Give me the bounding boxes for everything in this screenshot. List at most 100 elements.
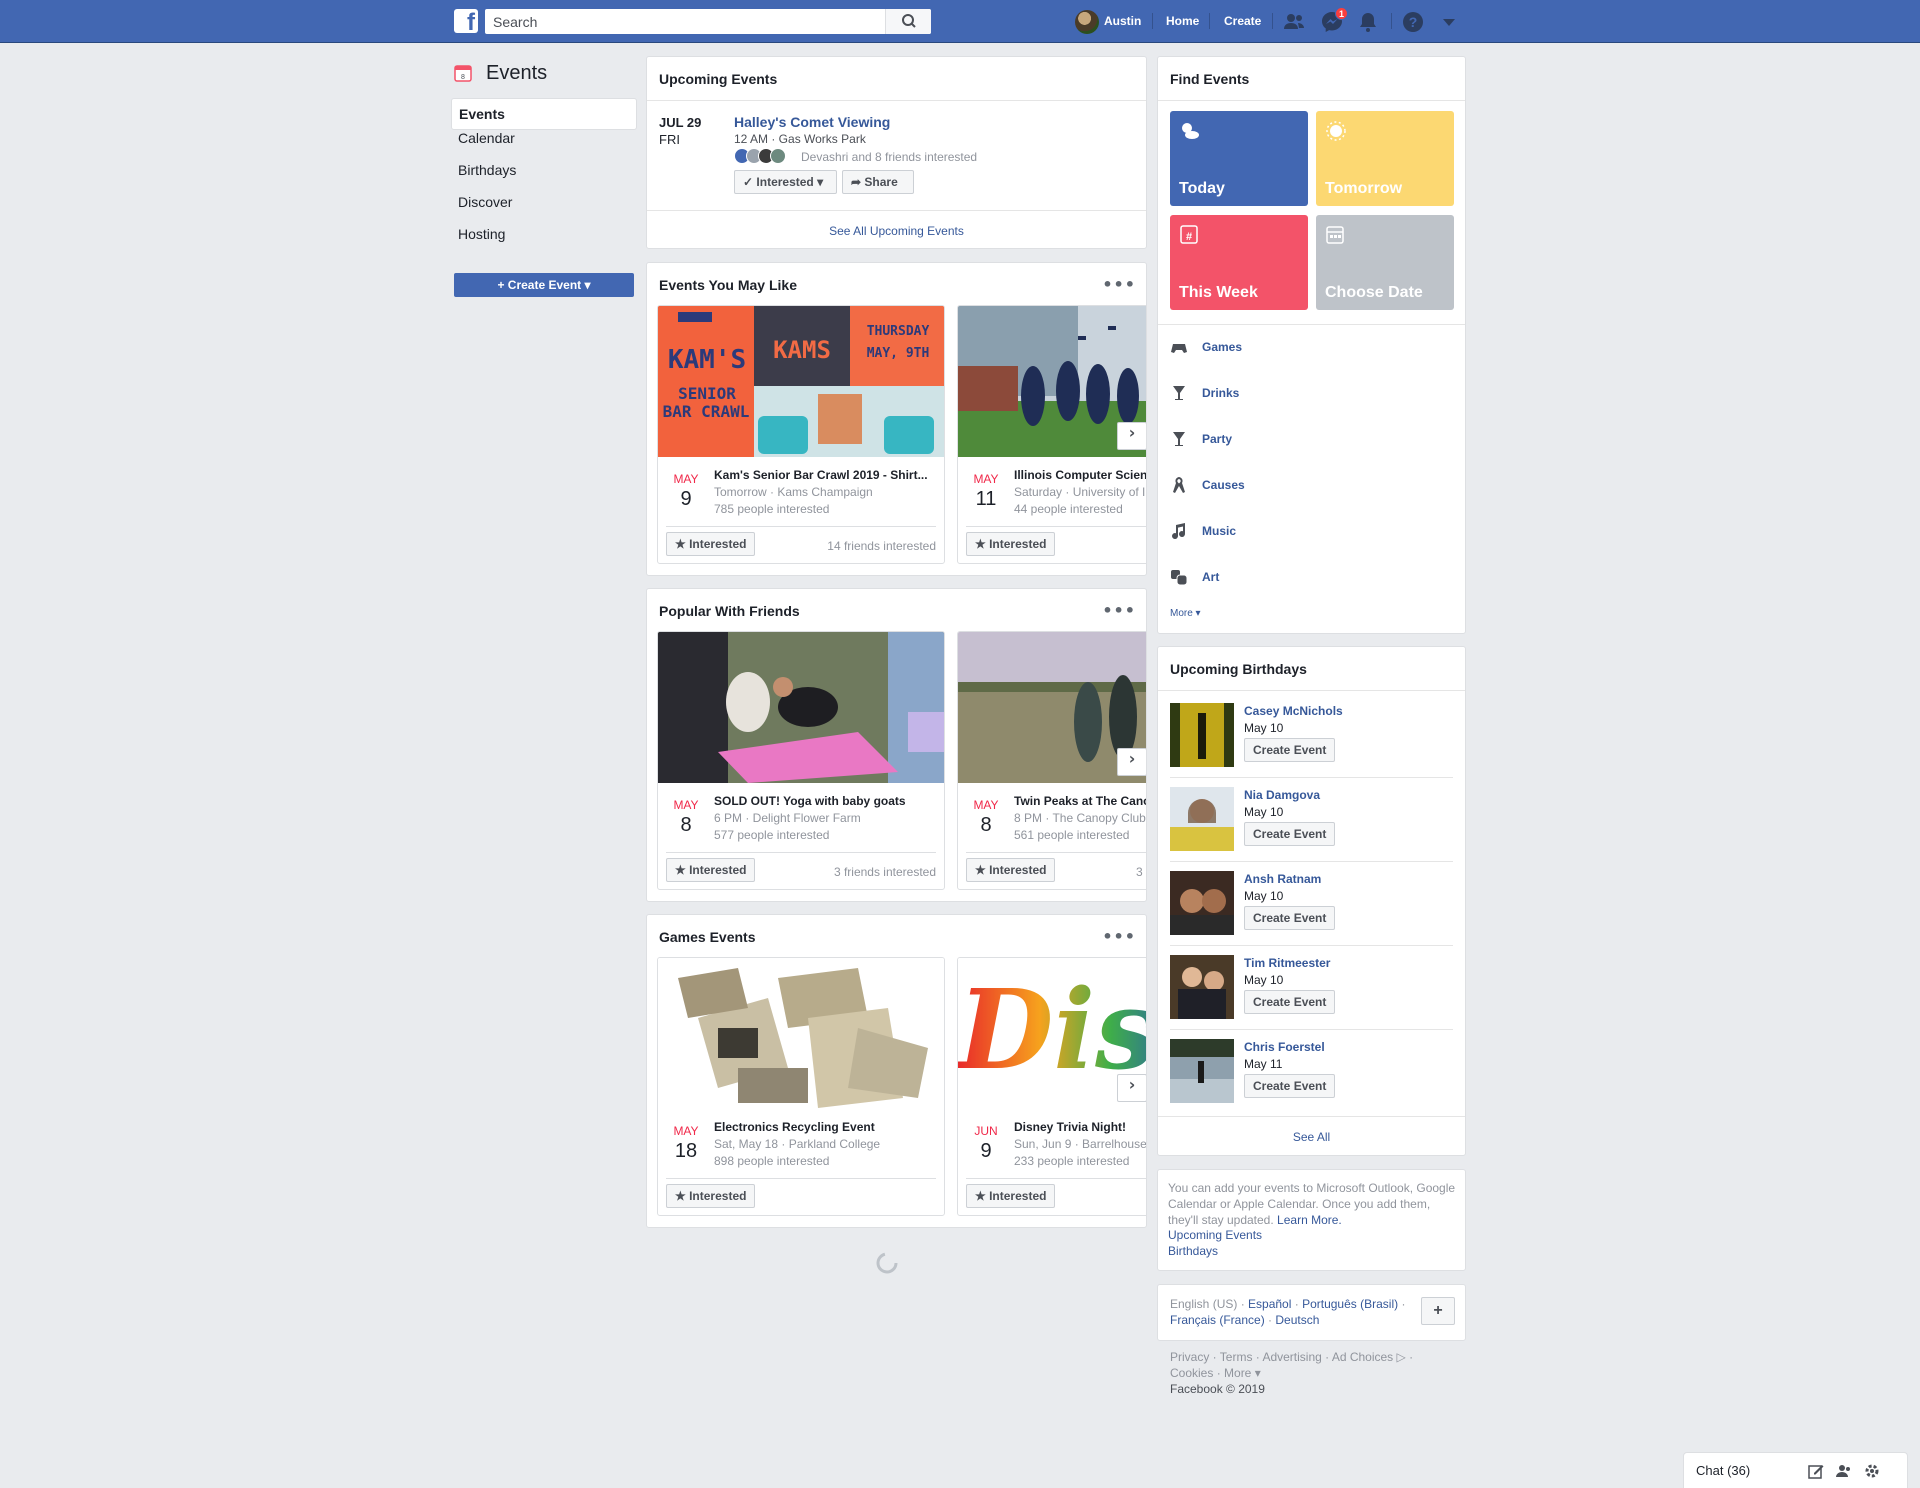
- event-tile[interactable]: › MAY 8 Twin Peaks at The Canopy Club 8 …: [957, 631, 1146, 890]
- category-art[interactable]: Art: [1170, 567, 1450, 587]
- create-event-button[interactable]: Create Event: [1244, 738, 1336, 762]
- person-name-link[interactable]: Chris Foerstel: [1244, 1040, 1325, 1054]
- language-portuguese-link[interactable]: Português (Brasil): [1302, 1297, 1398, 1311]
- compose-message-icon[interactable]: [1808, 1463, 1824, 1479]
- category-games[interactable]: Games: [1170, 337, 1450, 357]
- avatar[interactable]: [1170, 871, 1234, 935]
- find-tomorrow-tile[interactable]: Tomorrow: [1316, 111, 1454, 206]
- chat-settings-gear-icon[interactable]: [1864, 1463, 1880, 1479]
- interested-button[interactable]: ★ Interested: [666, 532, 756, 556]
- language-spanish-link[interactable]: Español: [1248, 1297, 1291, 1311]
- person-name-link[interactable]: Tim Ritmeester: [1244, 956, 1330, 970]
- avatar[interactable]: [1170, 955, 1234, 1019]
- sidebar-item-events[interactable]: Events: [451, 98, 637, 130]
- carousel-next-arrow-icon[interactable]: ›: [1117, 422, 1146, 450]
- create-event-button[interactable]: Create Event: [1244, 906, 1336, 930]
- sidebar-item-discover[interactable]: Discover: [451, 194, 637, 226]
- search-button[interactable]: [885, 9, 931, 34]
- event-title-link[interactable]: Halley's Comet Viewing: [734, 114, 890, 130]
- sidebar-item-birthdays[interactable]: Birthdays: [451, 162, 637, 194]
- person-name-link[interactable]: Nia Damgova: [1244, 788, 1320, 802]
- create-link[interactable]: Create: [1224, 0, 1261, 43]
- category-causes[interactable]: Causes: [1170, 475, 1450, 495]
- events-header: 8 Events: [451, 56, 637, 88]
- calendar-sync-card: You can add your events to Microsoft Out…: [1157, 1169, 1466, 1271]
- create-event-button[interactable]: + Create Event ▾: [454, 273, 634, 297]
- event-tile[interactable]: MAY 18 Electronics Recycling Event Sat, …: [657, 957, 945, 1216]
- avatar[interactable]: [1170, 1039, 1234, 1103]
- category-music[interactable]: Music: [1170, 521, 1450, 541]
- friends-interested: 3 f: [1136, 865, 1146, 879]
- interested-dropdown-button[interactable]: ✓ Interested ▾: [734, 170, 837, 194]
- event-name[interactable]: Disney Trivia Night!: [1014, 1120, 1146, 1134]
- account-menu-chevron-icon[interactable]: [1437, 10, 1461, 34]
- footer-links-line2[interactable]: Cookies · More ▾: [1170, 1365, 1261, 1381]
- event-image[interactable]: [658, 958, 944, 1109]
- find-today-tile[interactable]: Today: [1170, 111, 1308, 206]
- interested-button[interactable]: ★ Interested: [966, 532, 1056, 556]
- event-name[interactable]: SOLD OUT! Yoga with baby goats: [714, 794, 942, 808]
- create-event-button[interactable]: Create Event: [1244, 990, 1336, 1014]
- more-categories-link[interactable]: More ▾: [1170, 608, 1201, 619]
- upcoming-events-export-link[interactable]: Upcoming Events: [1168, 1228, 1262, 1242]
- divider: [1158, 100, 1465, 101]
- event-tile[interactable]: KAM'S SENIOR BAR CRAWL KAMS THURSDAY MAY…: [657, 305, 945, 564]
- divider: [1158, 324, 1465, 325]
- learn-more-link[interactable]: Learn More.: [1277, 1213, 1342, 1227]
- category-drinks[interactable]: Drinks: [1170, 383, 1450, 403]
- carousel-next-arrow-icon[interactable]: ›: [1117, 1074, 1146, 1102]
- birthdays-export-link[interactable]: Birthdays: [1168, 1244, 1218, 1258]
- more-options-icon[interactable]: •••: [1102, 601, 1136, 620]
- notifications-bell-icon[interactable]: [1356, 10, 1380, 34]
- profile-link[interactable]: Austin: [1104, 0, 1141, 43]
- chat-bar[interactable]: Chat (36): [1683, 1452, 1908, 1488]
- event-image[interactable]: KAM'S SENIOR BAR CRAWL KAMS THURSDAY MAY…: [658, 306, 944, 457]
- interested-button[interactable]: ★ Interested: [966, 1184, 1056, 1208]
- event-image[interactable]: [658, 632, 944, 783]
- event-name[interactable]: Electronics Recycling Event: [714, 1120, 942, 1134]
- footer-links-line1[interactable]: Privacy · Terms · Advertising · Ad Choic…: [1170, 1349, 1413, 1365]
- language-french-link[interactable]: Français (France): [1170, 1313, 1265, 1327]
- event-name[interactable]: Kam's Senior Bar Crawl 2019 - Shirt...: [714, 468, 942, 482]
- interested-button[interactable]: ★ Interested: [666, 1184, 756, 1208]
- see-all-upcoming-link[interactable]: See All Upcoming Events: [647, 224, 1146, 238]
- caret-down-icon: ▾: [817, 175, 824, 189]
- add-language-button[interactable]: +: [1421, 1297, 1455, 1325]
- see-all-birthdays-link[interactable]: See All: [1158, 1130, 1465, 1144]
- search-input[interactable]: [485, 9, 885, 34]
- person-name-link[interactable]: Casey McNichols: [1244, 704, 1343, 718]
- help-question-icon[interactable]: ?: [1401, 10, 1425, 34]
- svg-text:?: ?: [1409, 14, 1418, 30]
- create-event-button[interactable]: Create Event: [1244, 822, 1336, 846]
- share-button[interactable]: ➦ Share: [842, 170, 914, 194]
- language-german-link[interactable]: Deutsch: [1275, 1313, 1319, 1327]
- facebook-logo-icon[interactable]: f: [454, 9, 478, 35]
- event-name[interactable]: Illinois Computer Science Graduation: [1014, 468, 1146, 482]
- avatar[interactable]: [1170, 787, 1234, 851]
- home-link[interactable]: Home: [1166, 0, 1199, 43]
- category-party[interactable]: Party: [1170, 429, 1450, 449]
- friend-requests-icon[interactable]: [1282, 10, 1306, 34]
- find-choose-date-tile[interactable]: Choose Date: [1316, 215, 1454, 310]
- event-when-where: 6 PM · Delight Flower Farm: [714, 811, 861, 825]
- carousel-next-arrow-icon[interactable]: ›: [1117, 748, 1146, 776]
- create-event-button[interactable]: Create Event: [1244, 1074, 1336, 1098]
- event-name[interactable]: Twin Peaks at The Canopy Club: [1014, 794, 1146, 808]
- more-options-icon[interactable]: •••: [1102, 927, 1136, 946]
- sidebar-item-calendar[interactable]: Calendar: [451, 130, 637, 162]
- event-tile[interactable]: Disn › JUN 9 Disney Trivia Night! Sun, J…: [957, 957, 1146, 1216]
- find-this-week-tile[interactable]: # This Week: [1170, 215, 1308, 310]
- event-tile[interactable]: MAY 8 SOLD OUT! Yoga with baby goats 6 P…: [657, 631, 945, 890]
- event-month: JUN: [974, 1124, 998, 1138]
- sidebar-item-hosting[interactable]: Hosting: [451, 226, 637, 258]
- person-name-link[interactable]: Ansh Ratnam: [1244, 872, 1321, 886]
- more-options-icon[interactable]: •••: [1102, 275, 1136, 294]
- divider: [1158, 1116, 1465, 1117]
- event-tile[interactable]: › MAY 11 Illinois Computer Science Gradu…: [957, 305, 1146, 564]
- card-title: Find Events: [1170, 71, 1250, 87]
- interested-button[interactable]: ★ Interested: [666, 858, 756, 882]
- user-avatar[interactable]: [1075, 10, 1099, 34]
- interested-button[interactable]: ★ Interested: [966, 858, 1056, 882]
- avatar[interactable]: [1170, 703, 1234, 767]
- new-group-icon[interactable]: [1836, 1463, 1852, 1479]
